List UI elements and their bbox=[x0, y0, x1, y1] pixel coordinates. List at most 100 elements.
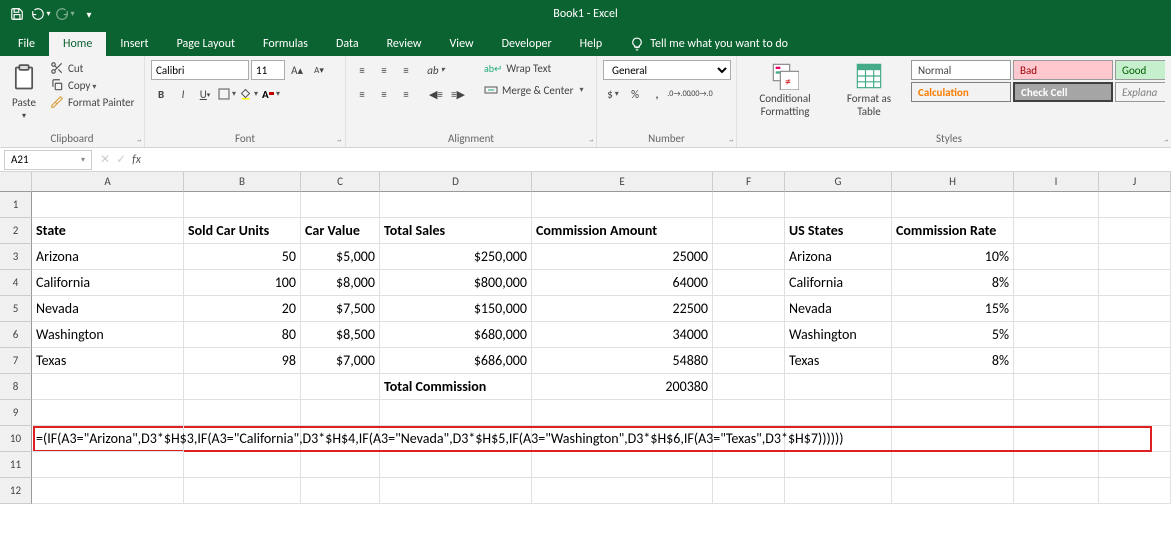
cell-F4[interactable] bbox=[713, 270, 785, 296]
border-button[interactable] bbox=[217, 84, 237, 104]
cell-J12[interactable] bbox=[1099, 478, 1171, 504]
cell-A5[interactable]: Nevada bbox=[32, 296, 184, 322]
cell-D4[interactable]: $800,000 bbox=[380, 270, 532, 296]
row-header-12[interactable]: 12 bbox=[0, 478, 32, 504]
cell-E12[interactable] bbox=[532, 478, 713, 504]
cell-H10[interactable] bbox=[892, 426, 1014, 452]
row-header-11[interactable]: 11 bbox=[0, 452, 32, 478]
tab-developer[interactable]: Developer bbox=[488, 32, 566, 56]
cell-C6[interactable]: $8,500 bbox=[301, 322, 380, 348]
increase-indent-icon[interactable]: ≡▶ bbox=[448, 84, 468, 104]
cell-A12[interactable] bbox=[32, 478, 184, 504]
enter-formula-icon[interactable]: ✓ bbox=[116, 152, 126, 167]
cell-A1[interactable] bbox=[32, 192, 184, 218]
cell-J1[interactable] bbox=[1099, 192, 1171, 218]
cell-B1[interactable] bbox=[184, 192, 301, 218]
cell-C2[interactable]: Car Value bbox=[301, 218, 380, 244]
cell-E7[interactable]: 54880 bbox=[532, 348, 713, 374]
cell-J8[interactable] bbox=[1099, 374, 1171, 400]
cell-A3[interactable]: Arizona bbox=[32, 244, 184, 270]
cell-J4[interactable] bbox=[1099, 270, 1171, 296]
cell-D2[interactable]: Total Sales bbox=[380, 218, 532, 244]
row-header-6[interactable]: 6 bbox=[0, 322, 32, 348]
cell-B3[interactable]: 50 bbox=[184, 244, 301, 270]
cell-G9[interactable] bbox=[785, 400, 892, 426]
cell-G4[interactable]: California bbox=[785, 270, 892, 296]
row-header-1[interactable]: 1 bbox=[0, 192, 32, 218]
cell-I10[interactable] bbox=[1014, 426, 1099, 452]
align-bottom-icon[interactable]: ≡ bbox=[396, 60, 416, 80]
cell-I11[interactable] bbox=[1014, 452, 1099, 478]
row-header-7[interactable]: 7 bbox=[0, 348, 32, 374]
cell-A10[interactable]: =(IF(A3="Arizona",D3*$H$3,IF(A3="Califor… bbox=[32, 426, 184, 452]
cell-I4[interactable] bbox=[1014, 270, 1099, 296]
cell-I9[interactable] bbox=[1014, 400, 1099, 426]
cell-C5[interactable]: $7,500 bbox=[301, 296, 380, 322]
cell-C11[interactable] bbox=[301, 452, 380, 478]
cell-F3[interactable] bbox=[713, 244, 785, 270]
cell-H7[interactable]: 8% bbox=[892, 348, 1014, 374]
cell-A2[interactable]: State bbox=[32, 218, 184, 244]
cell-I12[interactable] bbox=[1014, 478, 1099, 504]
cell-A4[interactable]: California bbox=[32, 270, 184, 296]
cell-C9[interactable] bbox=[301, 400, 380, 426]
increase-font-icon[interactable]: A▴ bbox=[287, 60, 307, 80]
cell-E6[interactable]: 34000 bbox=[532, 322, 713, 348]
cell-H4[interactable]: 8% bbox=[892, 270, 1014, 296]
fill-color-button[interactable] bbox=[239, 84, 259, 104]
decrease-font-icon[interactable]: A▾ bbox=[309, 60, 329, 80]
tab-review[interactable]: Review bbox=[373, 32, 436, 56]
cell-G5[interactable]: Nevada bbox=[785, 296, 892, 322]
tab-view[interactable]: View bbox=[436, 32, 488, 56]
row-header-3[interactable]: 3 bbox=[0, 244, 32, 270]
formula-input[interactable] bbox=[149, 158, 1171, 162]
tab-help[interactable]: Help bbox=[566, 32, 617, 56]
cell-E11[interactable] bbox=[532, 452, 713, 478]
cell-G6[interactable]: Washington bbox=[785, 322, 892, 348]
cell-B5[interactable]: 20 bbox=[184, 296, 301, 322]
cell-C12[interactable] bbox=[301, 478, 380, 504]
cell-A11[interactable] bbox=[32, 452, 184, 478]
col-header-F[interactable]: F bbox=[713, 172, 785, 192]
cell-G12[interactable] bbox=[785, 478, 892, 504]
cell-B4[interactable]: 100 bbox=[184, 270, 301, 296]
style-bad[interactable]: Bad bbox=[1013, 60, 1113, 80]
cell-D12[interactable] bbox=[380, 478, 532, 504]
col-header-H[interactable]: H bbox=[892, 172, 1014, 192]
cell-F8[interactable] bbox=[713, 374, 785, 400]
cell-E9[interactable] bbox=[532, 400, 713, 426]
font-color-button[interactable]: A bbox=[261, 84, 281, 104]
bold-button[interactable]: B bbox=[151, 84, 171, 104]
cell-D6[interactable]: $680,000 bbox=[380, 322, 532, 348]
cell-D11[interactable] bbox=[380, 452, 532, 478]
cell-F11[interactable] bbox=[713, 452, 785, 478]
cell-H2[interactable]: Commission Rate bbox=[892, 218, 1014, 244]
cell-B6[interactable]: 80 bbox=[184, 322, 301, 348]
col-header-J[interactable]: J bbox=[1099, 172, 1171, 192]
merge-center-button[interactable]: Merge & Center bbox=[480, 81, 588, 99]
cell-A8[interactable] bbox=[32, 374, 184, 400]
style-calculation[interactable]: Calculation bbox=[911, 82, 1011, 102]
cell-H11[interactable] bbox=[892, 452, 1014, 478]
style-good[interactable]: Good bbox=[1115, 60, 1165, 80]
cell-A7[interactable]: Texas bbox=[32, 348, 184, 374]
cell-E2[interactable]: Commission Amount bbox=[532, 218, 713, 244]
cut-button[interactable]: Cut bbox=[48, 60, 136, 76]
comma-format-icon[interactable]: , bbox=[647, 84, 667, 104]
col-header-B[interactable]: B bbox=[184, 172, 301, 192]
cell-J7[interactable] bbox=[1099, 348, 1171, 374]
cell-C3[interactable]: $5,000 bbox=[301, 244, 380, 270]
cell-B9[interactable] bbox=[184, 400, 301, 426]
col-header-G[interactable]: G bbox=[785, 172, 892, 192]
cell-B2[interactable]: Sold Car Units bbox=[184, 218, 301, 244]
cell-J10[interactable] bbox=[1099, 426, 1171, 452]
col-header-C[interactable]: C bbox=[301, 172, 380, 192]
cell-E8[interactable]: 200380 bbox=[532, 374, 713, 400]
cell-G3[interactable]: Arizona bbox=[785, 244, 892, 270]
cell-F1[interactable] bbox=[713, 192, 785, 218]
font-name-select[interactable] bbox=[151, 60, 249, 80]
align-middle-icon[interactable]: ≡ bbox=[374, 60, 394, 80]
format-as-table-button[interactable]: Format as Table bbox=[833, 60, 905, 120]
tab-page-layout[interactable]: Page Layout bbox=[163, 32, 249, 56]
cell-A9[interactable] bbox=[32, 400, 184, 426]
